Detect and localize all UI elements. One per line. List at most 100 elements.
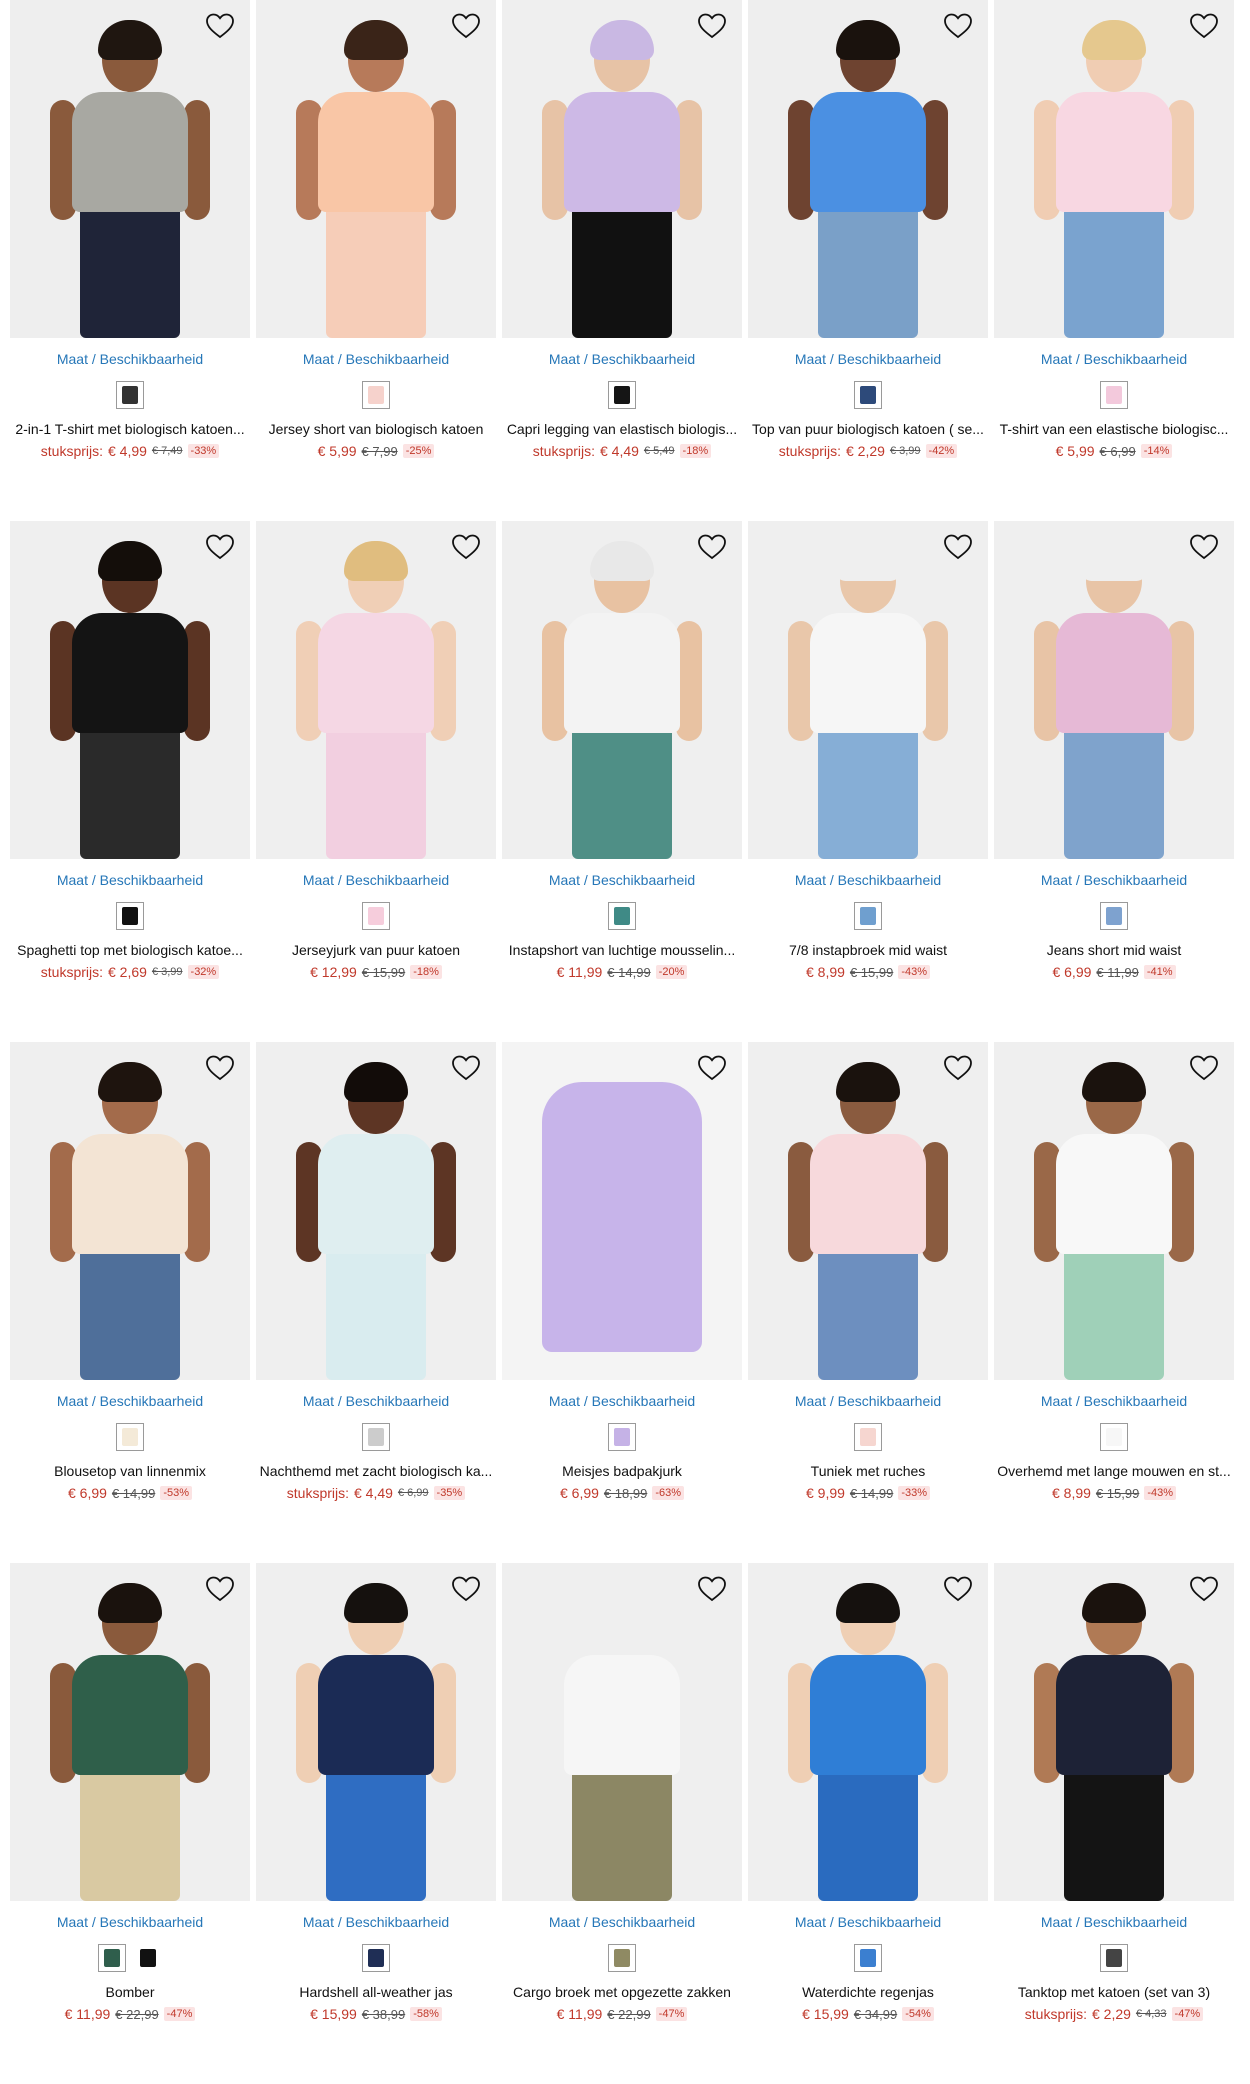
size-availability-link[interactable]: Maat / Beschikbaarheid xyxy=(748,351,988,369)
product-title[interactable]: Instapshort van luchtige mousselin... xyxy=(502,942,742,960)
size-availability-link[interactable]: Maat / Beschikbaarheid xyxy=(10,1914,250,1932)
product-image[interactable] xyxy=(502,1563,742,1901)
color-swatch[interactable] xyxy=(608,381,636,409)
color-swatch[interactable] xyxy=(608,902,636,930)
product-image[interactable] xyxy=(502,0,742,338)
color-swatch[interactable] xyxy=(362,1944,390,1972)
product-title[interactable]: Meisjes badpakjurk xyxy=(502,1463,742,1481)
product-image[interactable] xyxy=(10,1042,250,1380)
color-swatch[interactable] xyxy=(1100,381,1128,409)
product-image[interactable] xyxy=(994,521,1234,859)
wishlist-heart-icon[interactable] xyxy=(204,1573,236,1605)
product-image[interactable] xyxy=(748,0,988,338)
wishlist-heart-icon[interactable] xyxy=(1188,1573,1220,1605)
product-card[interactable]: Maat / Beschikbaarheid Tuniek met ruches €… xyxy=(748,1042,988,1563)
product-image[interactable] xyxy=(994,1563,1234,1901)
wishlist-heart-icon[interactable] xyxy=(696,1052,728,1084)
product-title[interactable]: Overhemd met lange mouwen en st... xyxy=(994,1463,1234,1481)
product-image[interactable] xyxy=(502,1042,742,1380)
size-availability-link[interactable]: Maat / Beschikbaarheid xyxy=(994,351,1234,369)
wishlist-heart-icon[interactable] xyxy=(450,531,482,563)
color-swatch[interactable] xyxy=(362,1423,390,1451)
product-card[interactable]: Maat / Beschikbaarheid Bomber € 11,99 € 22,… xyxy=(10,1563,250,2084)
color-swatch[interactable] xyxy=(608,1944,636,1972)
wishlist-heart-icon[interactable] xyxy=(204,10,236,42)
product-card[interactable]: Maat / Beschikbaarheid 2-in-1 T-shirt met… xyxy=(10,0,250,521)
color-swatch[interactable] xyxy=(362,902,390,930)
size-availability-link[interactable]: Maat / Beschikbaarheid xyxy=(10,1393,250,1411)
wishlist-heart-icon[interactable] xyxy=(696,1573,728,1605)
product-card[interactable]: Maat / Beschikbaarheid T-shirt van een el… xyxy=(994,0,1234,521)
wishlist-heart-icon[interactable] xyxy=(942,10,974,42)
product-title[interactable]: Spaghetti top met biologisch katoe... xyxy=(10,942,250,960)
wishlist-heart-icon[interactable] xyxy=(204,531,236,563)
size-availability-link[interactable]: Maat / Beschikbaarheid xyxy=(748,1914,988,1932)
color-swatch[interactable] xyxy=(116,381,144,409)
product-card[interactable]: Maat / Beschikbaarheid Jerseyjurk van puu… xyxy=(256,521,496,1042)
wishlist-heart-icon[interactable] xyxy=(450,10,482,42)
color-swatch[interactable] xyxy=(854,1944,882,1972)
wishlist-heart-icon[interactable] xyxy=(696,531,728,563)
product-title[interactable]: Capri legging van elastisch biologis... xyxy=(502,421,742,439)
product-title[interactable]: Tuniek met ruches xyxy=(748,1463,988,1481)
size-availability-link[interactable]: Maat / Beschikbaarheid xyxy=(502,1914,742,1932)
wishlist-heart-icon[interactable] xyxy=(450,1573,482,1605)
color-swatch[interactable] xyxy=(98,1944,126,1972)
color-swatch[interactable] xyxy=(854,1423,882,1451)
product-card[interactable]: Maat / Beschikbaarheid Jersey short van b… xyxy=(256,0,496,521)
product-title[interactable]: Jeans short mid waist xyxy=(994,942,1234,960)
product-title[interactable]: Nachthemd met zacht biologisch ka... xyxy=(256,1463,496,1481)
wishlist-heart-icon[interactable] xyxy=(942,531,974,563)
size-availability-link[interactable]: Maat / Beschikbaarheid xyxy=(748,1393,988,1411)
product-image[interactable] xyxy=(502,521,742,859)
size-availability-link[interactable]: Maat / Beschikbaarheid xyxy=(256,1393,496,1411)
size-availability-link[interactable]: Maat / Beschikbaarheid xyxy=(256,1914,496,1932)
wishlist-heart-icon[interactable] xyxy=(696,10,728,42)
product-title[interactable]: Cargo broek met opgezette zakken xyxy=(502,1984,742,2002)
product-image[interactable] xyxy=(994,1042,1234,1380)
product-title[interactable]: 7/8 instapbroek mid waist xyxy=(748,942,988,960)
product-image[interactable] xyxy=(748,521,988,859)
color-swatch[interactable] xyxy=(854,381,882,409)
product-card[interactable]: Maat / Beschikbaarheid Overhemd met lange… xyxy=(994,1042,1234,1563)
product-card[interactable]: Maat / Beschikbaarheid Jeans short mid wa… xyxy=(994,521,1234,1042)
product-title[interactable]: Bomber xyxy=(10,1984,250,2002)
color-swatch[interactable] xyxy=(134,1944,162,1972)
product-card[interactable]: Maat / Beschikbaarheid 7/8 instapbroek mi… xyxy=(748,521,988,1042)
product-title[interactable]: T-shirt van een elastische biologisc... xyxy=(994,421,1234,439)
color-swatch[interactable] xyxy=(854,902,882,930)
product-card[interactable]: Maat / Beschikbaarheid Tanktop met katoen… xyxy=(994,1563,1234,2084)
product-image[interactable] xyxy=(994,0,1234,338)
product-card[interactable]: Maat / Beschikbaarheid Cargo broek met op… xyxy=(502,1563,742,2084)
product-card[interactable]: Maat / Beschikbaarheid Instapshort van lu… xyxy=(502,521,742,1042)
wishlist-heart-icon[interactable] xyxy=(450,1052,482,1084)
color-swatch[interactable] xyxy=(1100,1944,1128,1972)
color-swatch[interactable] xyxy=(116,1423,144,1451)
color-swatch[interactable] xyxy=(1100,902,1128,930)
product-title[interactable]: Tanktop met katoen (set van 3) xyxy=(994,1984,1234,2002)
wishlist-heart-icon[interactable] xyxy=(942,1052,974,1084)
size-availability-link[interactable]: Maat / Beschikbaarheid xyxy=(502,351,742,369)
product-image[interactable] xyxy=(10,1563,250,1901)
product-title[interactable]: Jerseyjurk van puur katoen xyxy=(256,942,496,960)
product-image[interactable] xyxy=(256,0,496,338)
product-card[interactable]: Maat / Beschikbaarheid Nachthemd met zach… xyxy=(256,1042,496,1563)
product-title[interactable]: Hardshell all-weather jas xyxy=(256,1984,496,2002)
size-availability-link[interactable]: Maat / Beschikbaarheid xyxy=(748,872,988,890)
size-availability-link[interactable]: Maat / Beschikbaarheid xyxy=(994,1393,1234,1411)
color-swatch[interactable] xyxy=(362,381,390,409)
wishlist-heart-icon[interactable] xyxy=(1188,531,1220,563)
wishlist-heart-icon[interactable] xyxy=(1188,10,1220,42)
product-title[interactable]: Waterdichte regenjas xyxy=(748,1984,988,2002)
product-card[interactable]: Maat / Beschikbaarheid Blousetop van linn… xyxy=(10,1042,250,1563)
size-availability-link[interactable]: Maat / Beschikbaarheid xyxy=(502,872,742,890)
product-image[interactable] xyxy=(748,1563,988,1901)
size-availability-link[interactable]: Maat / Beschikbaarheid xyxy=(502,1393,742,1411)
product-title[interactable]: Jersey short van biologisch katoen xyxy=(256,421,496,439)
product-image[interactable] xyxy=(256,1563,496,1901)
product-image[interactable] xyxy=(10,0,250,338)
product-image[interactable] xyxy=(10,521,250,859)
wishlist-heart-icon[interactable] xyxy=(942,1573,974,1605)
wishlist-heart-icon[interactable] xyxy=(1188,1052,1220,1084)
size-availability-link[interactable]: Maat / Beschikbaarheid xyxy=(10,872,250,890)
